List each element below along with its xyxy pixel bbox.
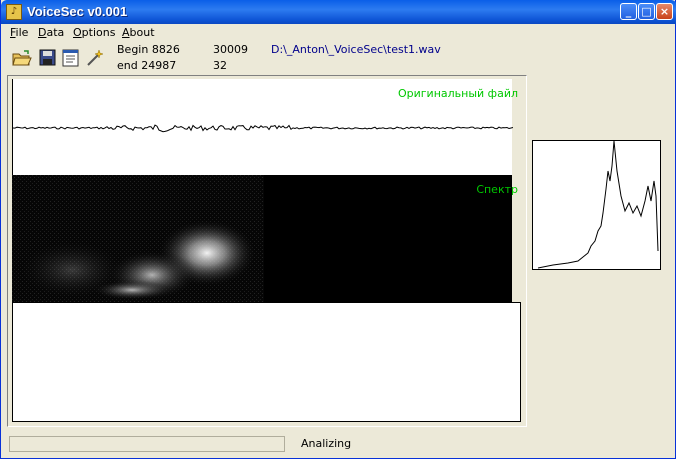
menu-file[interactable]: File: [10, 26, 28, 39]
waveform-label: Оригинальный файл: [397, 87, 518, 100]
close-button[interactable]: ×: [656, 3, 673, 20]
status-text: Analizing: [301, 437, 352, 450]
spectrum-histogram: [532, 140, 661, 270]
end-value: 32: [213, 59, 227, 72]
end-label: end 24987: [117, 59, 177, 72]
begin-label: Begin 8826: [117, 43, 180, 56]
progress-bar: [9, 436, 285, 452]
properties-icon[interactable]: [61, 48, 81, 68]
waveform-view[interactable]: Оригинальный файл: [12, 79, 518, 175]
toolbar: Begin 8826 30009 D:\_Anton\_VoiceSec\tes…: [2, 42, 674, 74]
maximize-button[interactable]: □: [638, 3, 655, 20]
spectrum-curve: [537, 141, 659, 269]
main-window: ♪ VoiceSec v0.001 _ □ × File Data Option…: [0, 0, 676, 459]
menu-options[interactable]: Options: [73, 26, 115, 39]
file-path: D:\_Anton\_VoiceSec\test1.wav: [271, 43, 441, 56]
save-icon[interactable]: [38, 48, 58, 68]
menu-bar: File Data Options About: [2, 24, 674, 42]
window-title: VoiceSec v0.001: [27, 4, 128, 19]
open-folder-icon[interactable]: [12, 48, 32, 68]
spectrogram-image: [12, 175, 264, 303]
title-bar[interactable]: ♪ VoiceSec v0.001 _ □ ×: [1, 0, 676, 24]
app-icon[interactable]: ♪: [6, 4, 22, 20]
wand-icon[interactable]: [85, 48, 105, 68]
minimize-button[interactable]: _: [620, 3, 637, 20]
output-view[interactable]: [12, 302, 521, 422]
begin-value: 30009: [213, 43, 248, 56]
menu-about[interactable]: About: [122, 26, 155, 39]
menu-data[interactable]: Data: [38, 26, 64, 39]
spectrogram-view[interactable]: Спектр: [12, 175, 518, 303]
spectrogram-label: Спектр: [476, 183, 518, 196]
